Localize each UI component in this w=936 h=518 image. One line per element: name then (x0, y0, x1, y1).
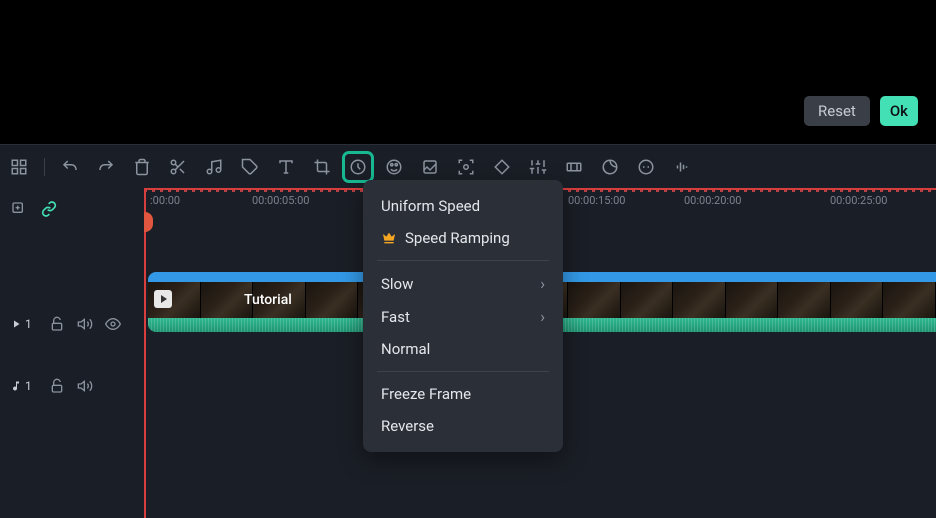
time-mark: 00:00:25:00 (830, 194, 887, 207)
grid-icon[interactable] (8, 156, 30, 178)
audio-track-controls: 1 (10, 368, 134, 404)
divider (377, 371, 549, 372)
link-icon[interactable] (40, 200, 58, 218)
speed-menu: Uniform Speed Speed Ramping Slow› Fast› … (363, 180, 563, 452)
menu-freeze-frame[interactable]: Freeze Frame (363, 378, 563, 410)
color-icon[interactable] (383, 156, 405, 178)
preview-area: Reset Ok (0, 0, 936, 144)
lock-icon[interactable] (48, 315, 66, 333)
chevron-right-icon: › (540, 274, 545, 293)
time-mark: 00:00:20:00 (684, 194, 741, 207)
delete-icon[interactable] (131, 156, 153, 178)
menu-fast[interactable]: Fast › (363, 300, 563, 333)
crop-icon[interactable] (311, 156, 333, 178)
tag-icon[interactable] (239, 156, 261, 178)
undo-icon[interactable] (59, 156, 81, 178)
mask-icon[interactable] (419, 156, 441, 178)
reset-button[interactable]: Reset (804, 96, 870, 126)
adjust-icon[interactable] (527, 156, 549, 178)
text-icon[interactable] (275, 156, 297, 178)
keyframe-icon[interactable] (491, 156, 513, 178)
play-badge-icon (154, 290, 172, 308)
menu-normal[interactable]: Normal (363, 333, 563, 365)
ok-button[interactable]: Ok (880, 96, 918, 126)
split-icon[interactable] (167, 156, 189, 178)
time-mark: :00:00 (150, 194, 180, 207)
divider (377, 260, 549, 261)
clip-label: Tutorial (244, 292, 292, 308)
menu-speed-ramping[interactable]: Speed Ramping (363, 222, 563, 254)
transition-icon[interactable] (563, 156, 585, 178)
menu-reverse[interactable]: Reverse (363, 410, 563, 442)
equalizer-icon[interactable] (671, 156, 693, 178)
caption-icon[interactable] (635, 156, 657, 178)
add-track-icon[interactable] (10, 200, 28, 218)
speed-icon[interactable] (347, 156, 369, 178)
menu-uniform-speed[interactable]: Uniform Speed (363, 190, 563, 222)
redo-icon[interactable] (95, 156, 117, 178)
mute-icon[interactable] (76, 377, 94, 395)
playhead[interactable] (144, 188, 146, 518)
menu-label: Slow (381, 275, 413, 293)
video-track-controls: 1 (10, 306, 134, 342)
tracking-icon[interactable] (455, 156, 477, 178)
track-controls: 1 1 (0, 188, 144, 518)
audio-icon[interactable] (203, 156, 225, 178)
visibility-icon[interactable] (104, 315, 122, 333)
lock-icon[interactable] (48, 377, 66, 395)
menu-slow[interactable]: Slow › (363, 267, 563, 300)
time-mark: 00:00:15:00 (568, 194, 625, 207)
audio-track-num: 1 (25, 379, 32, 393)
divider (44, 158, 45, 176)
crown-icon (381, 230, 397, 246)
chevron-right-icon: › (540, 307, 545, 326)
menu-label: Speed Ramping (405, 229, 510, 247)
mute-icon[interactable] (76, 315, 94, 333)
video-track-num: 1 (25, 317, 32, 331)
time-mark: 00:00:05:00 (252, 194, 309, 207)
stabilize-icon[interactable] (599, 156, 621, 178)
menu-label: Fast (381, 308, 410, 326)
